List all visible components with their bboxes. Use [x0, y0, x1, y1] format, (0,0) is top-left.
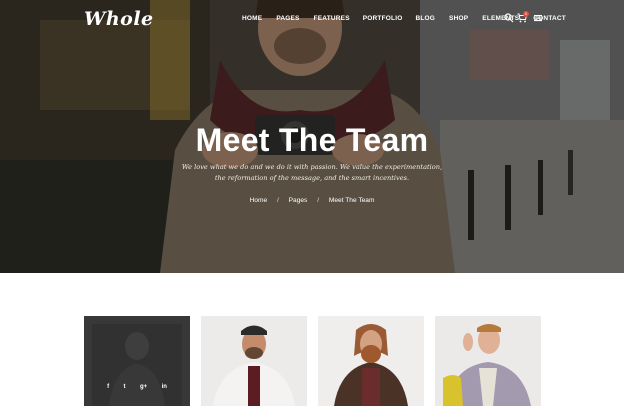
linkedin-icon[interactable]: in — [162, 384, 167, 390]
breadcrumb: Home / Pages / Meet The Team — [0, 197, 624, 204]
search-icon[interactable] — [504, 13, 514, 23]
hero-banner: Whole HOME PAGES FEATURES PORTFOLIO BLOG… — [0, 0, 624, 273]
team-grid: f t g+ in — [84, 316, 541, 406]
facebook-icon[interactable]: f — [107, 384, 109, 390]
nav-item-home[interactable]: HOME — [242, 15, 262, 22]
team-member-photo — [318, 316, 424, 406]
nav-item-portfolio[interactable]: PORTFOLIO — [363, 15, 403, 22]
nav-item-blog[interactable]: BLOG — [415, 15, 435, 22]
team-member-card[interactable] — [435, 316, 541, 406]
team-member-photo — [201, 316, 307, 406]
team-member-card[interactable] — [318, 316, 424, 406]
twitter-icon[interactable]: t — [124, 384, 126, 390]
brand-logo[interactable]: Whole — [84, 8, 154, 30]
google-plus-icon[interactable]: g+ — [140, 384, 147, 390]
nav-item-features[interactable]: FEATURES — [314, 15, 350, 22]
page-title: Meet The Team — [195, 122, 429, 158]
breadcrumb-separator: / — [317, 197, 320, 204]
nav-item-pages[interactable]: PAGES — [276, 15, 299, 22]
team-member-card[interactable] — [201, 316, 307, 406]
team-member-photo — [435, 316, 541, 406]
nav-item-shop[interactable]: SHOP — [449, 15, 468, 22]
social-links: f t g+ in — [84, 375, 190, 393]
hamburger-menu-icon[interactable] — [533, 13, 543, 23]
breadcrumb-home[interactable]: Home — [250, 197, 268, 204]
breadcrumb-pages[interactable]: Pages — [289, 197, 308, 204]
page-subtitle: We love what we do and we do it with pas… — [181, 163, 443, 182]
team-member-card[interactable]: f t g+ in — [84, 316, 190, 406]
breadcrumb-separator: / — [276, 197, 279, 204]
cart-count-badge: 0 — [523, 11, 529, 17]
breadcrumb-current: Meet The Team — [328, 197, 375, 204]
